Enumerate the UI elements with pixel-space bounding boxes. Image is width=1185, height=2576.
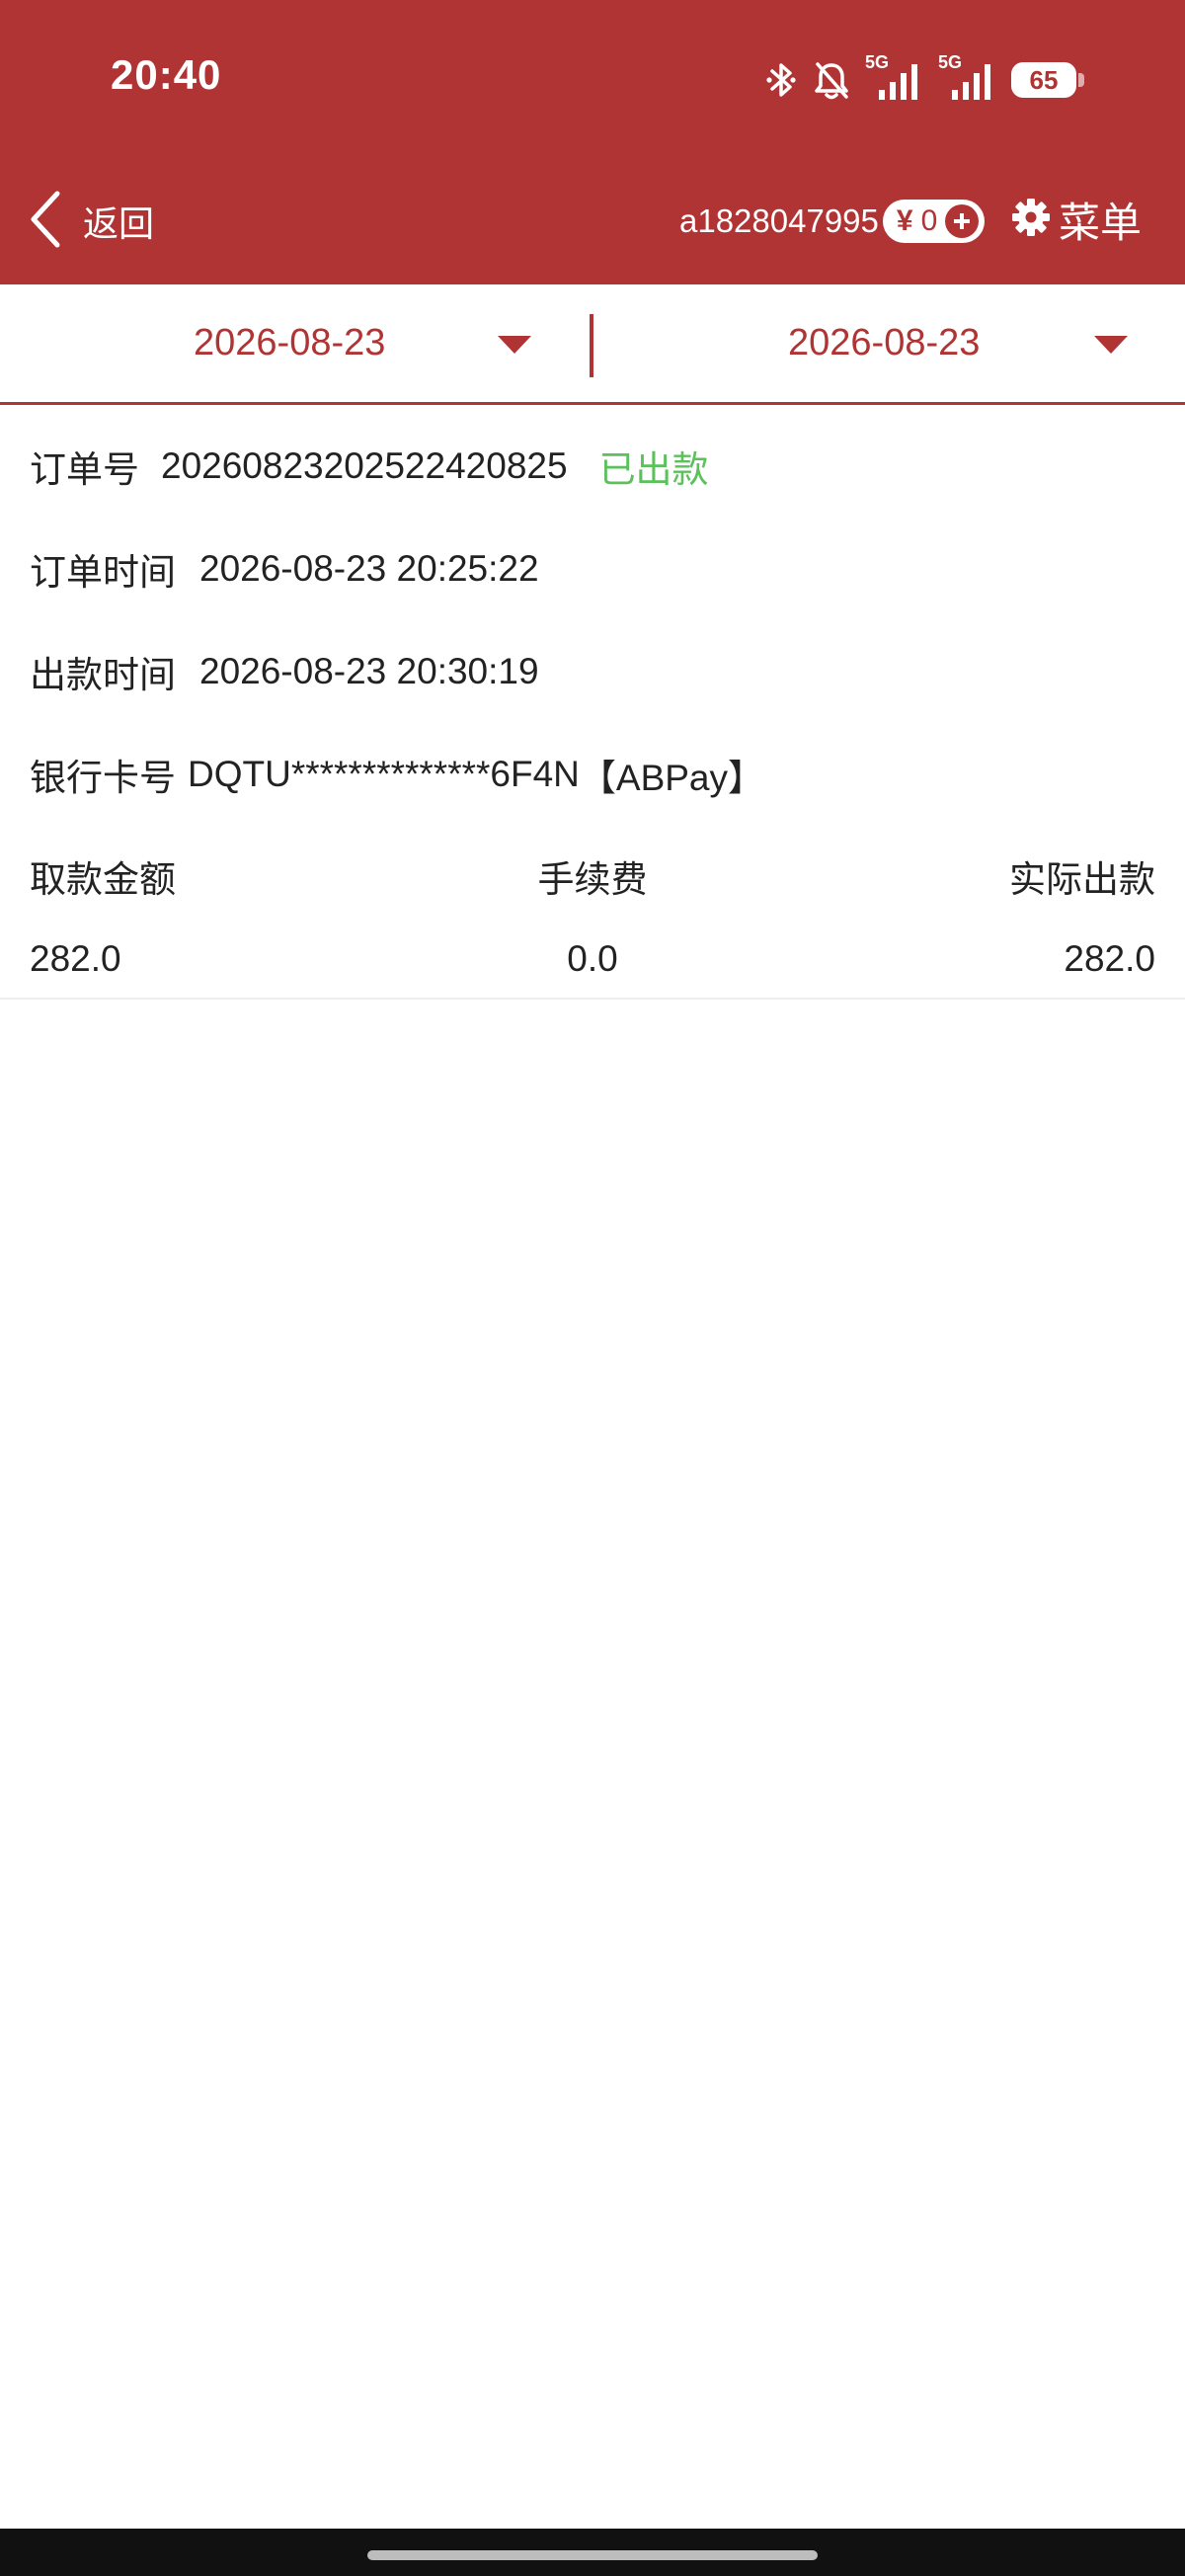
screen: 20:40 5G 5G 65 返回 a1828047995 ¥ 0 菜单 202… (0, 0, 1185, 2576)
account-info: a1828047995 ¥ 0 (679, 194, 986, 249)
withdraw-amount-header: 取款金额 (30, 858, 176, 901)
bank-card-row: 银行卡号 DQTU**************6F4N 【ABPay】 (30, 745, 764, 804)
back-label: 返回 (83, 204, 155, 245)
add-funds-icon[interactable] (945, 204, 980, 238)
balance-amount: 0 (920, 204, 938, 237)
status-icons: 5G 5G 65 (764, 52, 1084, 103)
currency-symbol: ¥ (896, 204, 913, 237)
home-indicator[interactable] (367, 2550, 818, 2560)
actual-payout-header: 实际出款 (1009, 858, 1155, 901)
bank-card-label: 银行卡号 (30, 757, 176, 799)
balance-pill[interactable]: ¥ 0 (882, 200, 986, 243)
start-date: 2026-08-23 (194, 322, 386, 363)
battery-level: 65 (1029, 64, 1059, 95)
order-time: 2026-08-23 20:25:22 (199, 548, 539, 589)
payout-time-row: 出款时间 2026-08-23 20:30:19 (30, 642, 539, 701)
withdraw-amount-value: 282.0 (30, 938, 121, 979)
fee-header: 手续费 (537, 858, 648, 901)
date-range-bar: 2026-08-23 2026-08-23 (0, 284, 1185, 405)
chevron-left-icon (28, 190, 63, 253)
payment-channel: 【ABPay】 (579, 758, 765, 798)
bluetooth-icon (764, 59, 798, 101)
signal-5g-icon-2: 5G (938, 52, 997, 102)
order-number: 20260823202522420825 (161, 445, 568, 486)
menu-button[interactable]: 菜单 (1011, 188, 1142, 251)
caret-down-icon (498, 336, 531, 358)
order-time-label: 订单时间 (30, 551, 176, 594)
account-id: a1828047995 (679, 202, 879, 239)
back-button[interactable]: 返回 (28, 182, 154, 261)
system-nav-bar (0, 2529, 1185, 2576)
status-badge: 已出款 (598, 448, 709, 491)
caret-down-icon (1094, 336, 1128, 358)
end-date-picker[interactable]: 2026-08-23 (592, 284, 1185, 403)
order-number-label: 订单号 (30, 448, 139, 491)
order-number-row: 订单号 20260823202522420825 已出款 (30, 437, 709, 496)
fee-value: 0.0 (567, 938, 618, 979)
menu-label: 菜单 (1059, 198, 1143, 247)
end-date: 2026-08-23 (788, 322, 981, 363)
status-time: 20:40 (111, 51, 222, 98)
withdrawal-record[interactable]: 订单号 20260823202522420825 已出款 订单时间 2026-0… (0, 405, 1185, 1000)
start-date-picker[interactable]: 2026-08-23 (0, 284, 592, 403)
signal-5g-icon: 5G (865, 52, 924, 102)
app-bar: 返回 a1828047995 ¥ 0 菜单 (0, 158, 1185, 284)
gear-icon (1011, 198, 1051, 241)
amount-table: 取款金额 手续费 实际出款 282.0 0.0 282.0 (0, 830, 1185, 1000)
header: 20:40 5G 5G 65 返回 a1828047995 ¥ 0 菜单 (0, 0, 1185, 284)
status-bar: 20:40 5G 5G 65 (0, 0, 1185, 158)
payout-time-label: 出款时间 (30, 654, 176, 696)
battery-icon: 65 (1011, 62, 1084, 98)
bank-card-number: DQTU**************6F4N (188, 754, 580, 794)
actual-payout-value: 282.0 (1064, 938, 1155, 979)
payout-time: 2026-08-23 20:30:19 (199, 651, 539, 691)
bell-muted-icon (812, 59, 851, 101)
order-time-row: 订单时间 2026-08-23 20:25:22 (30, 539, 539, 599)
